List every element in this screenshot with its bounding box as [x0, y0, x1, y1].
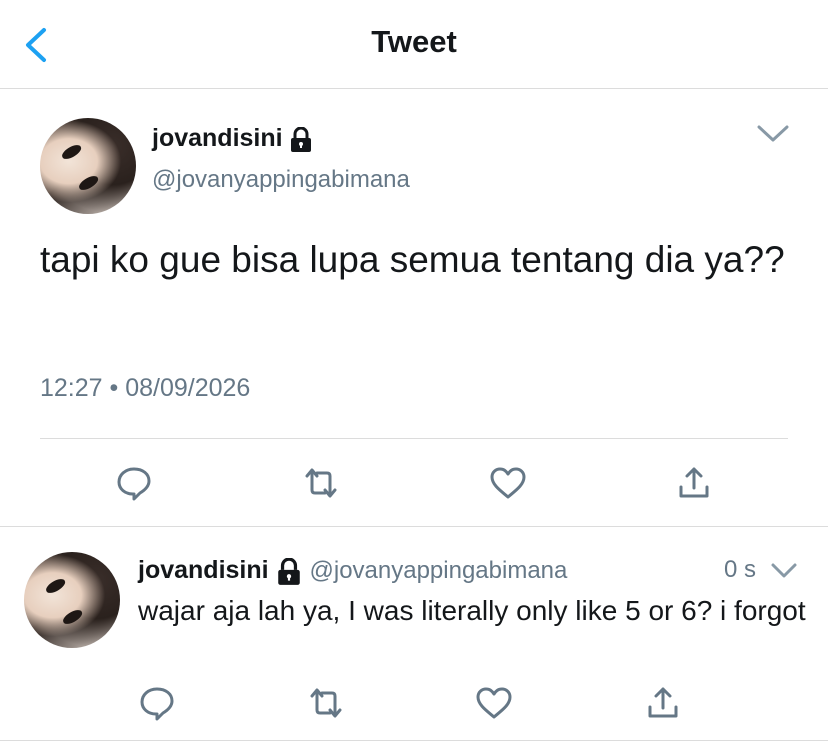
lock-icon — [291, 126, 312, 152]
like-icon[interactable] — [488, 463, 528, 503]
chevron-down-icon[interactable] — [770, 562, 798, 580]
retweet-icon[interactable] — [301, 463, 341, 503]
page-title: Tweet — [371, 24, 457, 59]
reply-avatar[interactable] — [24, 552, 120, 648]
tweet-timestamp[interactable]: 12:27 • 08/09/2026 — [40, 374, 250, 403]
retweet-icon[interactable] — [306, 683, 346, 723]
reply-text: wajar aja lah ya, I was literally only l… — [138, 595, 806, 626]
like-icon[interactable] — [474, 683, 514, 723]
lock-icon — [278, 557, 300, 585]
author-name-row[interactable]: jovandisini — [152, 124, 312, 153]
share-icon[interactable] — [674, 463, 714, 503]
reply-handle: @jovanyappingabimana — [309, 557, 568, 584]
section-divider — [0, 526, 828, 527]
divider — [40, 438, 788, 439]
reply-display-name: jovandisini — [138, 556, 269, 584]
reply-icon[interactable] — [114, 463, 154, 503]
share-icon[interactable] — [643, 683, 683, 723]
reply-icon[interactable] — [137, 683, 177, 723]
chevron-down-icon[interactable] — [756, 124, 790, 144]
bottom-divider — [0, 740, 828, 741]
reply-header[interactable]: jovandisini @jovanyappingabimana — [138, 556, 567, 586]
author-handle[interactable]: @jovanyappingabimana — [152, 166, 410, 194]
author-display-name: jovandisini — [152, 124, 283, 152]
avatar[interactable] — [40, 118, 136, 214]
reply-time: 0 s — [724, 556, 757, 583]
tweet-text: tapi ko gue bisa lupa semua tentang dia … — [40, 239, 785, 280]
